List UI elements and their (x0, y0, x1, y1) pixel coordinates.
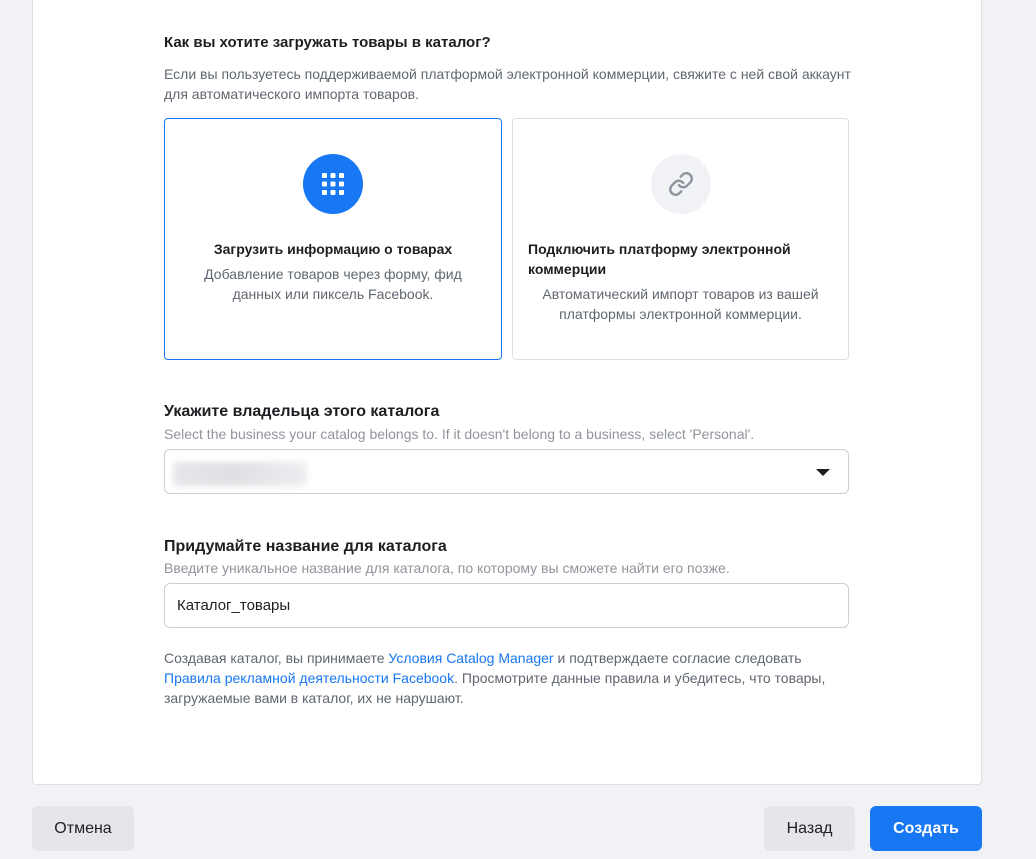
terms-text: и подтверждаете согласие следовать (553, 650, 802, 666)
back-button[interactable]: Назад (764, 806, 855, 851)
grid-icon (303, 154, 363, 214)
owner-select[interactable] (164, 449, 849, 494)
catalog-manager-terms-link[interactable]: Условия Catalog Manager (388, 650, 553, 666)
terms-notice: Создавая каталог, вы принимаете Условия … (164, 648, 854, 708)
option-description: Автоматический импорт товаров из вашей п… (542, 286, 819, 322)
link-icon (650, 154, 711, 214)
upload-method-title: Как вы хотите загружать товары в каталог… (164, 34, 491, 51)
redacted-owner-value (173, 462, 307, 486)
option-connect-ecommerce-platform[interactable]: Подключить платформу электронной коммерц… (512, 118, 849, 360)
catalog-name-label: Придумайте название для каталога (164, 538, 447, 555)
option-title: Загрузить информацию о товарах (213, 241, 453, 257)
upload-method-description: Если вы пользуетесь поддерживаемой платф… (164, 66, 851, 102)
owner-label: Укажите владельца этого каталога (164, 403, 440, 420)
option-title: Подключить платформу электронной коммерц… (528, 241, 791, 277)
catalog-name-input[interactable] (164, 583, 849, 628)
option-upload-product-info[interactable]: Загрузить информацию о товарах Добавлени… (164, 118, 502, 360)
advertising-policies-link[interactable]: Правила рекламной деятельности Facebook (164, 670, 454, 686)
terms-text: Создавая каталог, вы принимаете (164, 650, 389, 666)
create-button[interactable]: Создать (870, 806, 982, 851)
owner-hint: Select the business your catalog belongs… (164, 426, 755, 442)
catalog-name-hint: Введите уникальное название для каталога… (164, 560, 730, 576)
cancel-button[interactable]: Отмена (32, 806, 134, 851)
chevron-down-icon (816, 469, 830, 476)
option-description: Добавление товаров через форму, фид данн… (204, 266, 462, 302)
